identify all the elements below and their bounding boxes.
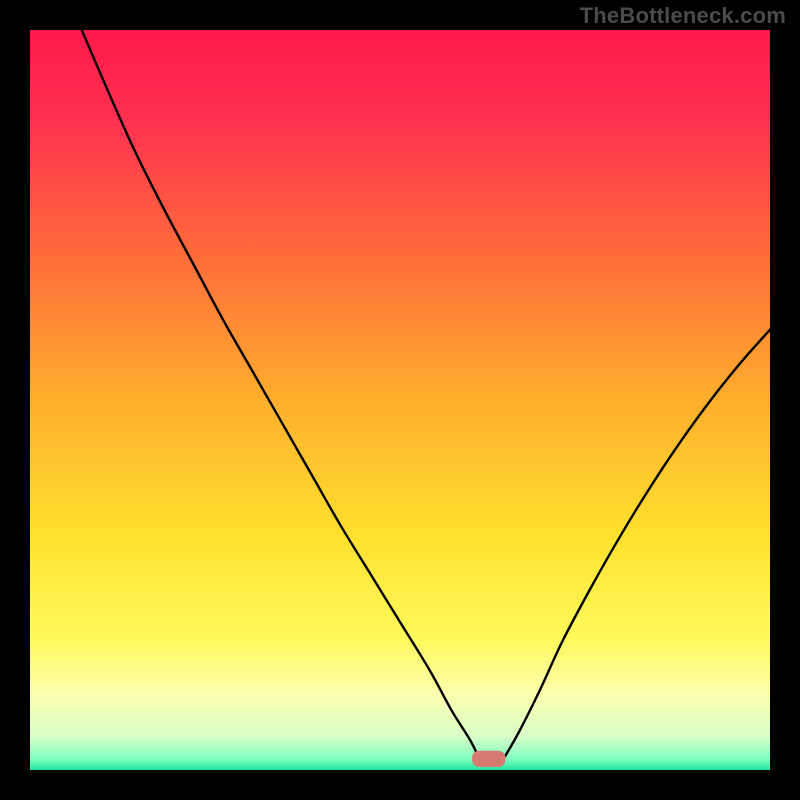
attribution-text: TheBottleneck.com bbox=[580, 3, 786, 29]
chart-frame: TheBottleneck.com bbox=[0, 0, 800, 800]
plot-area bbox=[30, 30, 770, 770]
bottleneck-chart bbox=[30, 30, 770, 770]
minimum-marker bbox=[472, 751, 505, 767]
gradient-background bbox=[30, 30, 770, 770]
